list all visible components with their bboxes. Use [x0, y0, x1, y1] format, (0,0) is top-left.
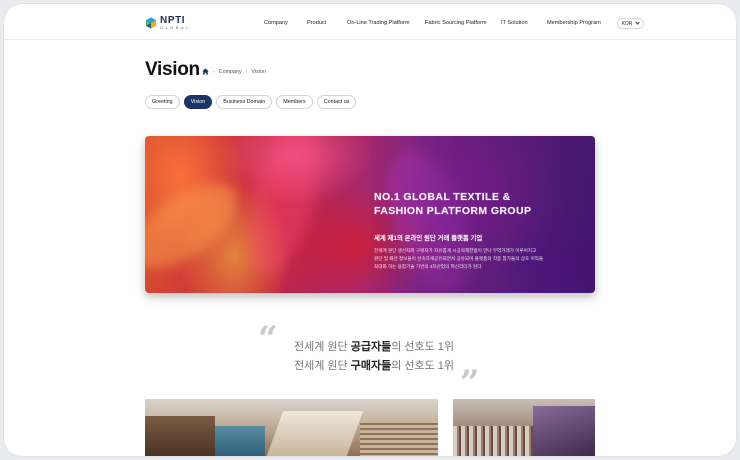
breadcrumb-separator-icon: › — [245, 68, 248, 75]
tab-members[interactable]: Members — [276, 95, 313, 109]
quote-open-icon: “ — [258, 319, 278, 359]
chevron-down-icon — [635, 20, 641, 25]
site-logo[interactable]: NPTI GLOBAL — [145, 16, 191, 31]
hero-description-line-2: 원단 및 패션 정보들이 신속하게공유되면서 공유되며 플랫폼의 각종 참가들의… — [374, 256, 544, 261]
fabric-samples-photo — [145, 399, 438, 456]
quote-line-1-prefix: 전세계 원단 — [294, 341, 351, 353]
nav-item-fabric-sourcing[interactable]: Fabric Sourcing Platform — [425, 20, 487, 26]
tab-greeting[interactable]: Greeting — [145, 95, 180, 109]
fabric-swatch — [360, 420, 438, 456]
browser-frame: NPTI GLOBAL Company Product On-Line Trad… — [4, 4, 736, 456]
hero-description-line-3: 최대화 하는 융합기술 기반의 4차산업의 혁신리더가 된다 — [374, 264, 482, 269]
quote-line-2-prefix: 전세계 원단 — [294, 360, 351, 372]
breadcrumb-item-company[interactable]: Company — [219, 69, 242, 75]
fabric-swatch — [145, 416, 215, 456]
quote-text: 전세계 원단 공급자들의 선호도 1위 전세계 원단 구매자들의 선호도 1위 — [294, 338, 454, 376]
language-select[interactable]: KOR — [617, 18, 644, 29]
fabric-fold — [145, 167, 252, 285]
fabric-swatch — [215, 426, 265, 456]
tab-business-domain[interactable]: Business Domain — [216, 95, 273, 109]
quote-line-1-emphasis: 공급자들 — [350, 341, 392, 353]
sub-tabs: Greeting Vision Business Domain Members … — [145, 95, 357, 109]
fabric-fold — [235, 136, 335, 282]
logo-hexagon-icon — [146, 17, 156, 29]
nav-item-company[interactable]: Company — [264, 20, 288, 26]
hero-banner: NO.1 GLOBAL TEXTILE & FASHION PLATFORM G… — [145, 136, 595, 293]
fabric-swatch — [266, 411, 364, 456]
tab-contact-us[interactable]: Contact us — [316, 95, 357, 109]
nav-item-online-trading[interactable]: On-Line Trading Platform — [347, 20, 410, 26]
tab-vision[interactable]: Vision — [183, 95, 213, 109]
quote-line-2: 전세계 원단 구매자들의 선호도 1위 — [294, 357, 454, 376]
hero-title-line-2: FASHION PLATFORM GROUP — [374, 205, 532, 217]
nav-item-membership[interactable]: Membership Program — [547, 20, 601, 26]
quote-line-2-emphasis: 구매자들 — [350, 360, 392, 372]
quote-close-icon: ” — [460, 363, 480, 403]
quote-line-1: 전세계 원단 공급자들의 선호도 1위 — [294, 338, 454, 357]
hero-title: NO.1 GLOBAL TEXTILE & FASHION PLATFORM G… — [374, 190, 531, 218]
breadcrumb: › Company › Vision — [202, 68, 266, 75]
site-header: NPTI GLOBAL Company Product On-Line Trad… — [4, 4, 736, 40]
fabric-rolls-photo — [453, 399, 595, 456]
page-title: Vision — [145, 59, 200, 80]
nav-item-product[interactable]: Product — [307, 20, 326, 26]
home-icon[interactable] — [202, 68, 209, 75]
language-value: KOR — [621, 20, 633, 27]
breadcrumb-separator-icon: › — [213, 68, 215, 75]
quote-line-1-suffix: 의 선호도 1위 — [391, 341, 455, 353]
logo-tagline: GLOBAL — [160, 26, 192, 30]
hero-title-line-1: NO.1 GLOBAL TEXTILE & — [374, 191, 511, 203]
fabric-swatch — [533, 406, 595, 456]
quote-line-2-suffix: 의 선호도 1위 — [391, 360, 455, 372]
hero-subtitle: 세계 제1의 온라인 원단 거래 플랫폼 기업 — [374, 235, 483, 242]
nav-item-it-solution[interactable]: IT Solution — [501, 20, 528, 26]
logo-name: NPTI — [160, 15, 186, 26]
hero-description: 전세계 원단 생산자와 구매자가 자유롭게 시공의제한없이 만나 무역거래가 이… — [374, 247, 589, 271]
hero-description-line-1: 전세계 원단 생산자와 구매자가 자유롭게 시공의제한없이 만나 무역거래가 이… — [374, 248, 537, 253]
breadcrumb-item-vision: Vision — [251, 68, 267, 75]
